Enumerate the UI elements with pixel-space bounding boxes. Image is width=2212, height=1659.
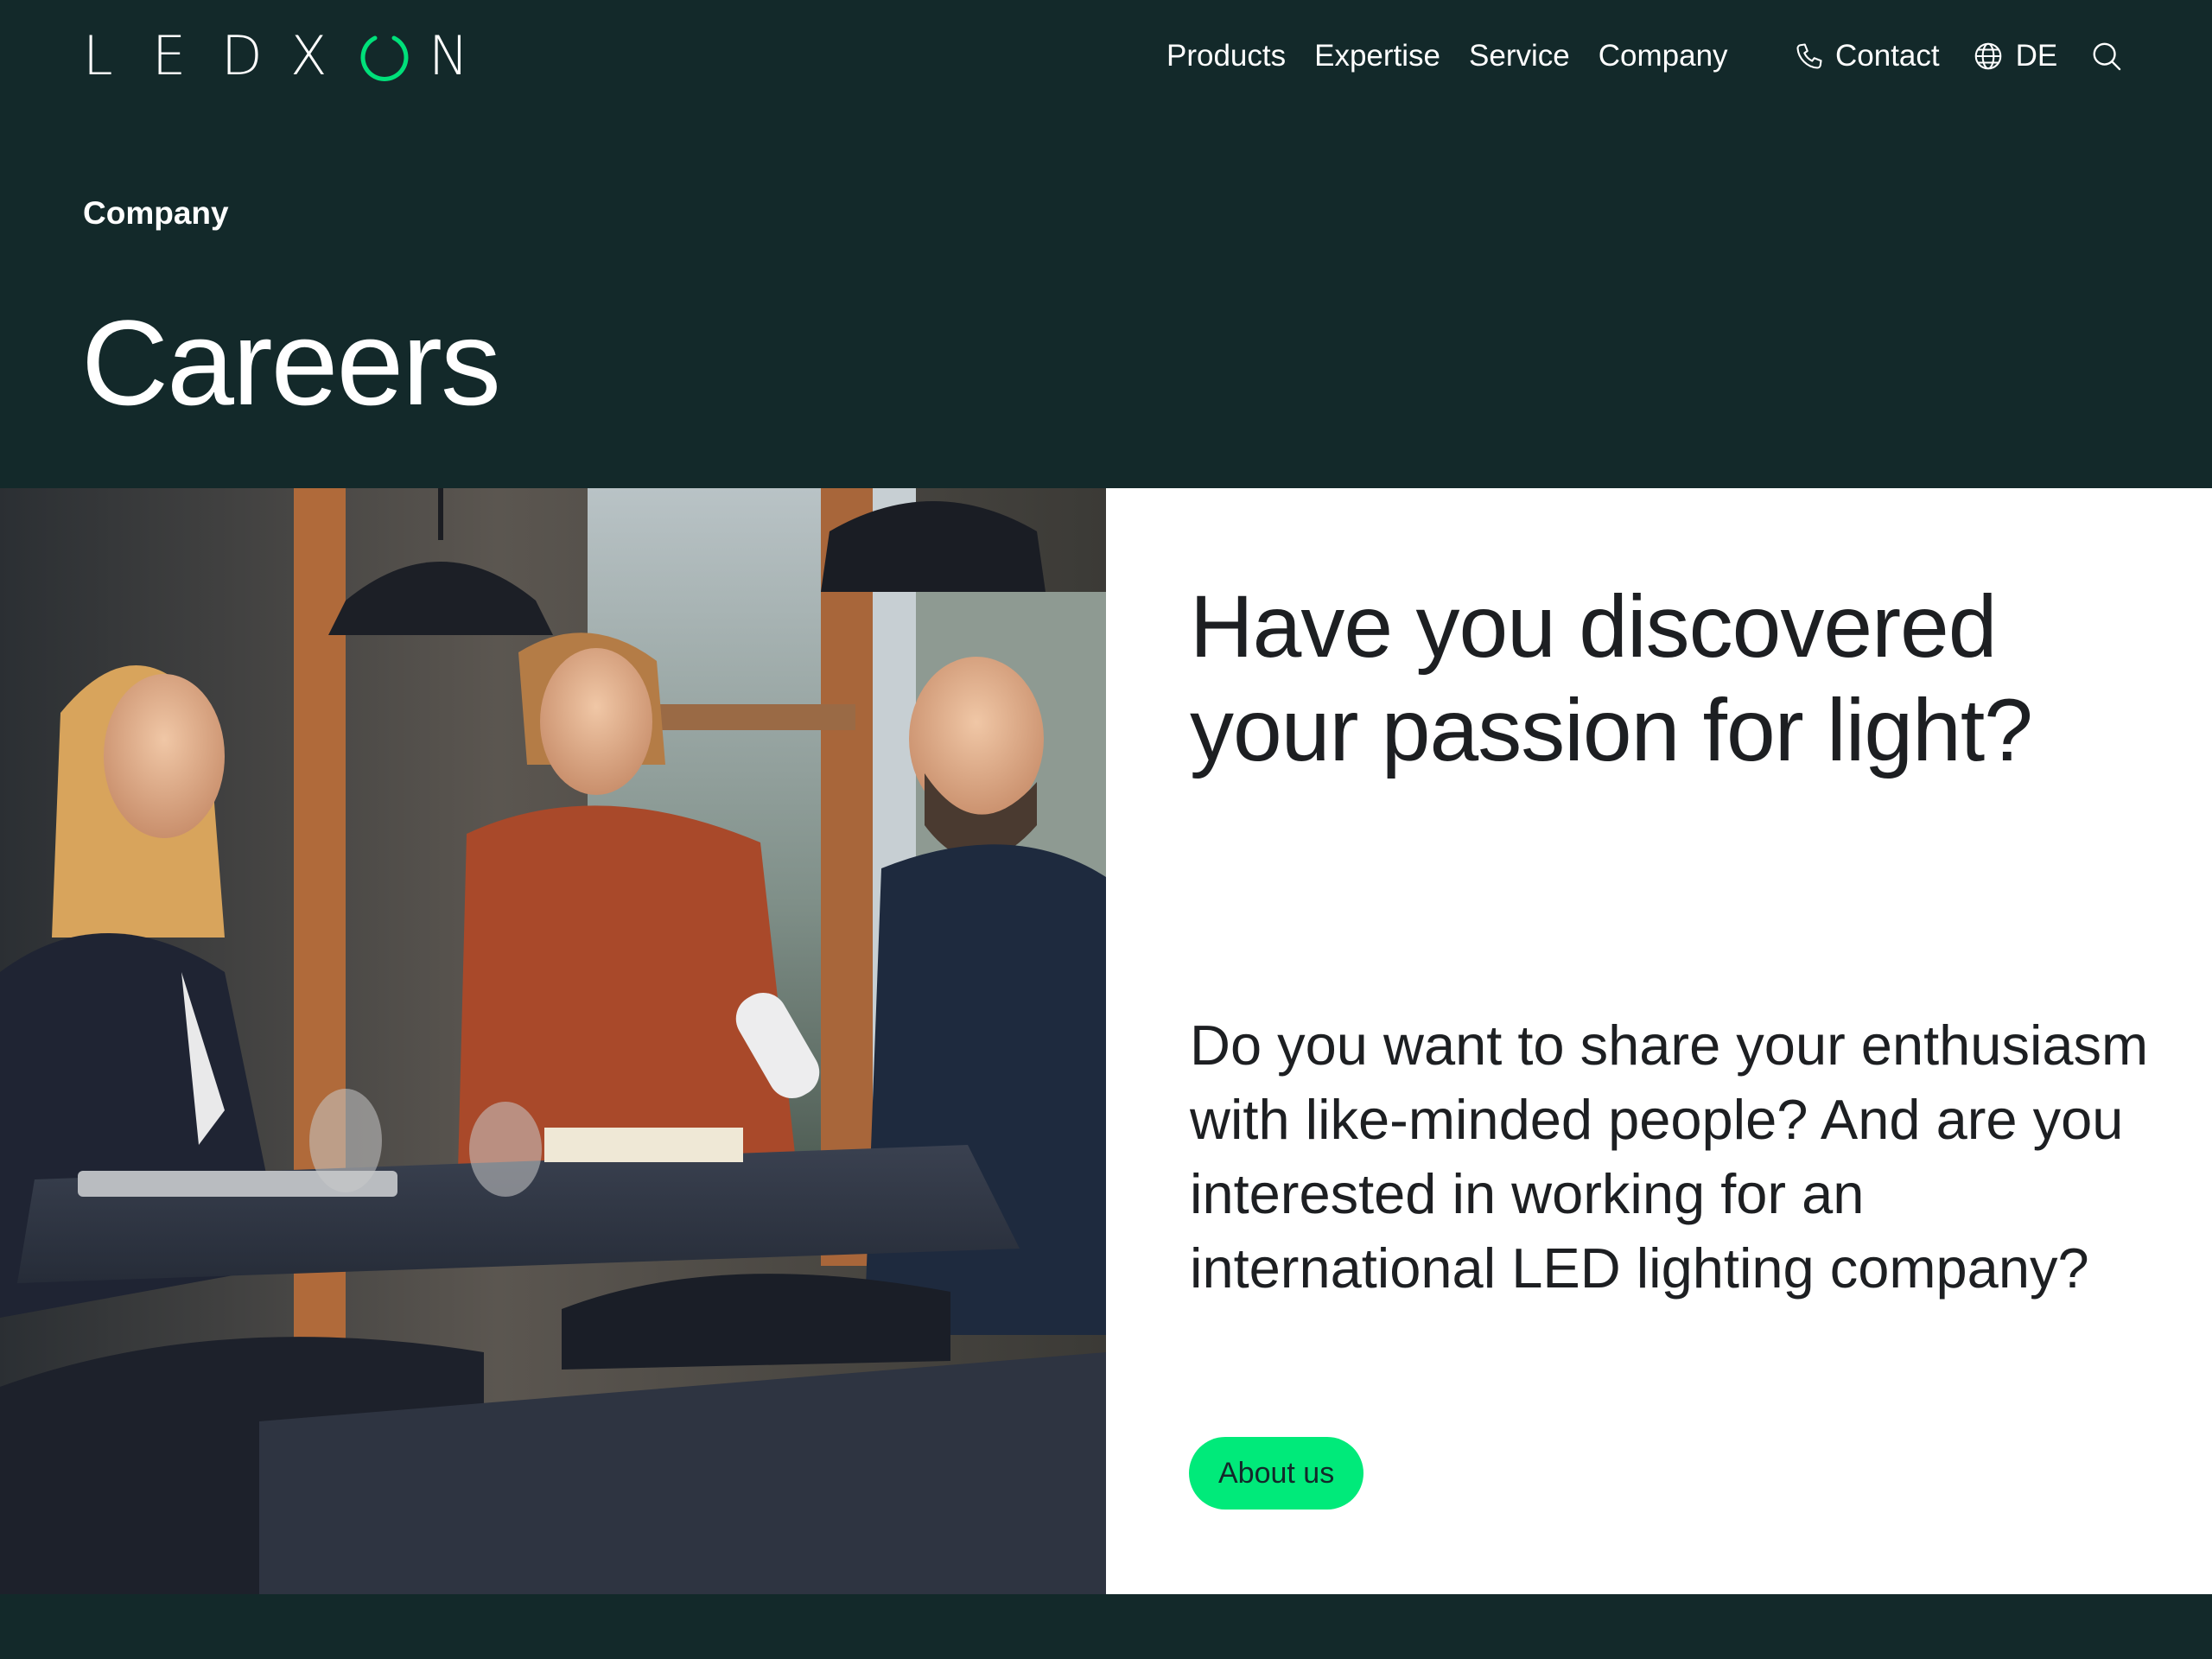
contact-label: Contact (1835, 39, 1940, 73)
search-icon (2093, 42, 2121, 71)
contact-link[interactable]: Contact (1794, 39, 1940, 73)
logo-letter: E (152, 24, 187, 87)
search-button[interactable] (2090, 40, 2123, 73)
nav-item-products[interactable]: Products (1166, 39, 1286, 73)
header-utilities: Contact DE (1794, 35, 2123, 78)
nav-item-service[interactable]: Service (1469, 39, 1570, 73)
logo-letter: N (429, 24, 469, 87)
site-header: L E D X N Products Expertise Service Com… (0, 0, 2212, 112)
logo-letter: X (290, 24, 327, 87)
phone-icon (1796, 43, 1822, 69)
page-title: Careers (81, 295, 501, 430)
section-headline: Have you discovered your passion for lig… (1190, 577, 2033, 779)
language-label: DE (2015, 39, 2058, 73)
nav-item-expertise[interactable]: Expertise (1314, 39, 1440, 73)
section-body: Do you want to share your enthusiasm wit… (1190, 1014, 2149, 1300)
globe-icon (1974, 42, 2001, 70)
nav-item-company[interactable]: Company (1599, 39, 1728, 73)
ledxon-logo[interactable]: L E D X N (83, 29, 468, 83)
about-us-button[interactable]: About us (1189, 1437, 1364, 1510)
logo-power-ring-icon (359, 29, 429, 83)
logo-letter: L (83, 24, 113, 87)
careers-intro-panel: Have you discovered your passion for lig… (1106, 488, 2212, 1594)
breadcrumb[interactable]: Company (83, 195, 229, 232)
main-nav: Products Expertise Service Company (1166, 35, 1757, 78)
language-switcher[interactable]: DE (1973, 39, 2058, 73)
team-photo (0, 488, 1106, 1594)
logo-letter: D (221, 24, 263, 87)
office-photo-illustration (0, 488, 1106, 1594)
